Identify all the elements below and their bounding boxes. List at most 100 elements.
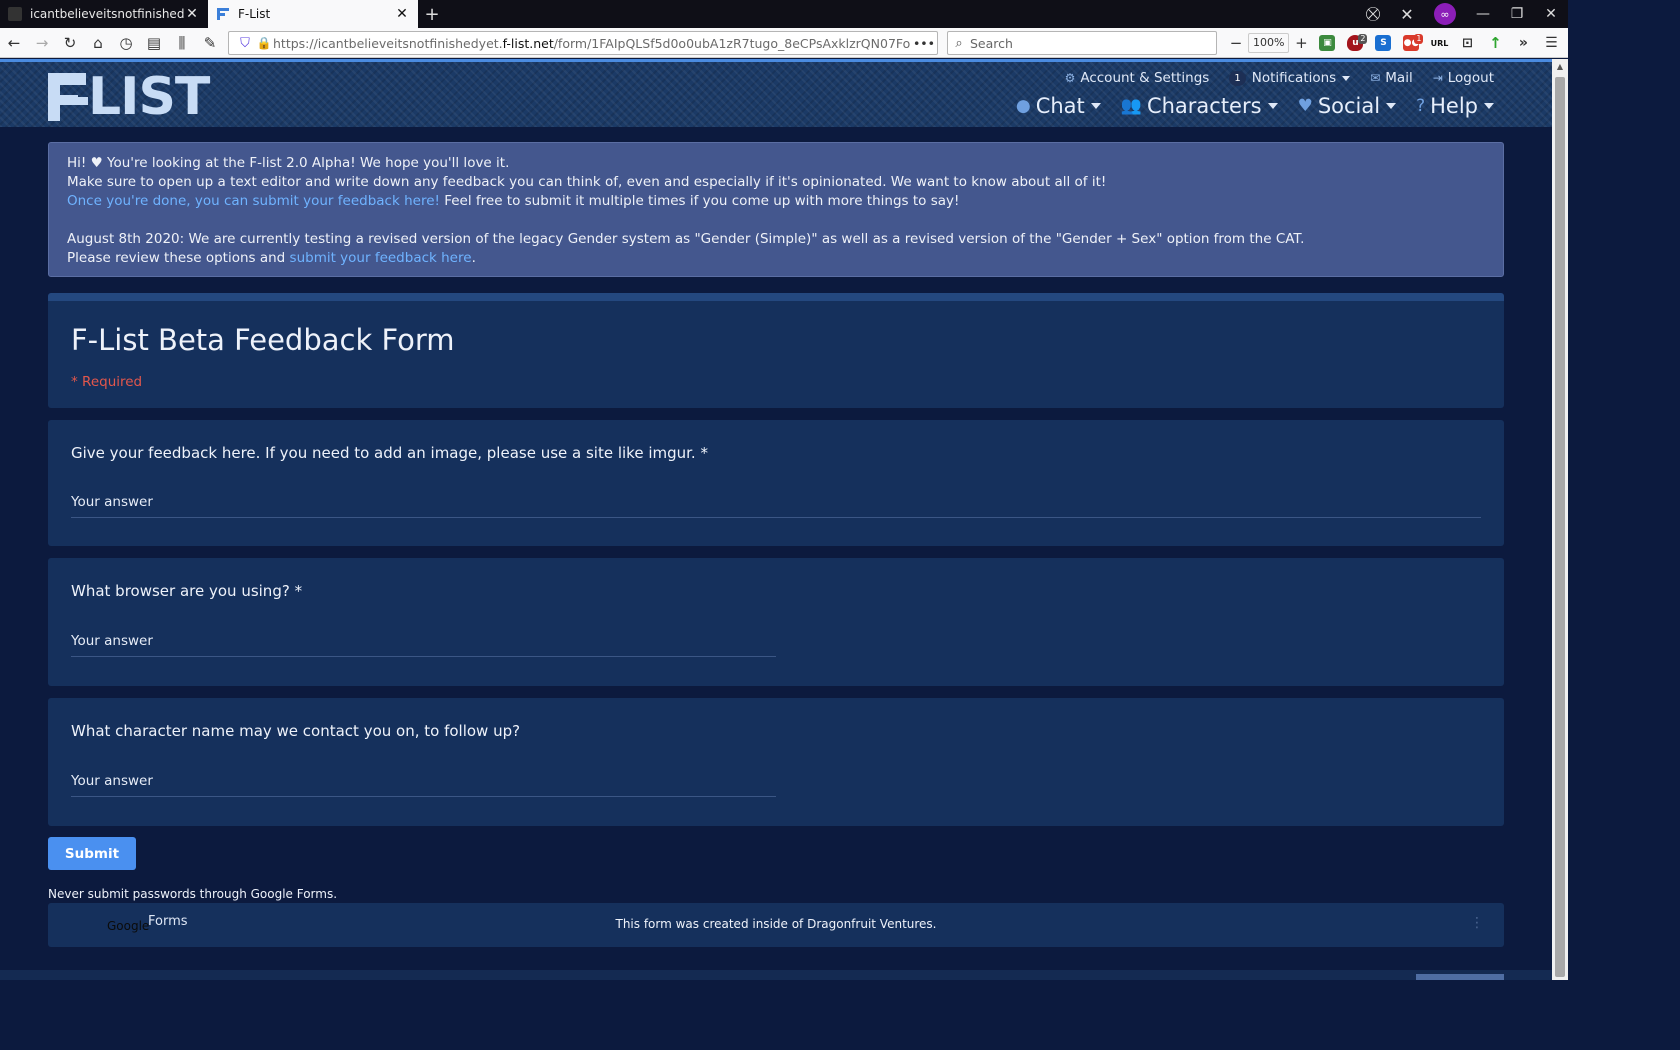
question-label: What browser are you using? * [71,582,303,600]
close-x-icon[interactable]: ✕ [1390,5,1424,24]
browser-tab-active[interactable]: F-List ✕ [208,0,418,28]
hamburger-menu-icon[interactable]: ☰ [1537,35,1565,51]
form-title: F-List Beta Feedback Form [71,323,455,357]
back-arrow-icon[interactable]: ← [0,34,28,52]
submit-button[interactable]: Submit [48,837,136,870]
caret-down-icon [1484,103,1494,109]
caret-down-icon [1267,103,1278,109]
password-warning: Never submit passwords through Google Fo… [48,887,338,901]
tab-title: icantbelieveitsnotfinishedyet.f- [30,7,184,21]
tab-title: F-List [238,7,271,21]
alert-line: August 8th 2020: We are currently testin… [67,231,1305,247]
history-icon[interactable]: ◷ [112,34,140,52]
page-actions-icon[interactable]: ••• [911,36,937,51]
alpha-notice: Hi! ♥ You're looking at the F-list 2.0 A… [48,142,1504,277]
alert-line: Make sure to open up a text editor and w… [67,174,1107,190]
heart-icon: ♥ [1297,96,1313,116]
tab-close-icon[interactable]: ✕ [184,6,200,22]
submit-feedback-link-2[interactable]: submit your feedback here [290,250,472,266]
required-note: * Required [71,374,143,390]
user-links: ⚙ Account & Settings 1 Notifications ✉ Mail… [1045,70,1494,86]
question-label: What character name may we contact you o… [71,722,521,740]
notifications-link[interactable]: 1 Notifications [1229,70,1351,86]
nav-characters[interactable]: 👥 Characters [1121,94,1278,118]
search-icon: ⌕ [955,35,963,51]
nav-social[interactable]: ♥ Social [1298,94,1397,118]
notification-count-badge: 1 [1229,70,1246,86]
window-close-button[interactable]: ✕ [1534,6,1568,22]
library-icon[interactable]: ⫼ [168,34,196,52]
alert-line: Feel free to submit it multiple times if… [439,193,960,209]
private-browsing-icon: ∞ [1434,3,1456,25]
green-arrow-icon[interactable]: ↑ [1481,34,1509,52]
gear-icon: ⚙ [1064,71,1076,85]
search-placeholder: Search [970,35,1013,51]
url-bar[interactable]: ⛉ 🔒 https://icantbelieveitsnotfinishedye… [228,31,938,55]
flist-favicon-icon [216,7,230,21]
extension-screenshot-icon[interactable]: ▣ [1313,35,1341,51]
mail-link[interactable]: ✉ Mail [1370,70,1412,86]
question-card: What browser are you using? * Your answe… [48,558,1504,686]
caret-down-icon [1386,103,1397,109]
caret-down-icon [1342,75,1351,81]
url-text[interactable]: https://icantbelieveitsnotfinishedyet.f-… [273,36,911,51]
zoom-level[interactable]: 100% [1248,33,1290,53]
users-icon: 👥 [1120,96,1142,116]
logo-f-mark [48,73,88,121]
envelope-icon: ✉ [1370,71,1381,85]
restore-button[interactable]: ❐ [1500,6,1534,22]
zoom-out-icon[interactable]: − [1224,34,1248,52]
logout-icon: ⇥ [1432,71,1443,85]
footer-bar [1416,974,1504,980]
tracking-shield-icon[interactable]: ⛉ [235,36,255,51]
form-header-card: F-List Beta Feedback Form * Required [48,293,1504,408]
zoom-in-icon[interactable]: + [1289,34,1313,52]
scrollbar-thumb[interactable] [1555,77,1565,977]
nav-chat[interactable]: ● Chat [1016,94,1101,118]
search-input[interactable]: ⌕ Search [947,31,1217,55]
created-note: This form was created inside of Dragonfr… [615,917,937,931]
form-footer: Google Forms This form was created insid… [48,903,1504,947]
logo-text: LIST [88,67,210,127]
sync-icon[interactable]: ⛒ [1356,6,1390,22]
reload-icon[interactable]: ↻ [56,34,84,52]
browser-answer-input[interactable]: Your answer [71,633,776,657]
question-label: Give your feedback here. If you need to … [71,444,708,462]
new-tab-button[interactable]: + [418,0,446,28]
browser-tab-bar: icantbelieveitsnotfinishedyet.f- ✕ F-Lis… [0,0,1568,28]
extension-s-icon[interactable]: S [1369,35,1397,51]
more-options-icon[interactable]: ⋮ [1470,915,1484,931]
account-settings-link[interactable]: ⚙ Account & Settings [1065,70,1210,86]
minimize-button[interactable]: — [1466,6,1500,22]
browser-nav-bar: ← → ↻ ⌂ ◷ ▤ ⫼ ✎ ⛉ 🔒 https://icantbelieve… [0,28,1568,58]
chat-bubble-icon: ● [1015,96,1031,116]
alert-line: Hi! ♥ You're looking at the F-list 2.0 A… [67,155,510,171]
question-card: Give your feedback here. If you need to … [48,420,1504,546]
feedback-answer-input[interactable]: Your answer [71,494,1481,518]
browser-tab[interactable]: icantbelieveitsnotfinishedyet.f- ✕ [0,0,208,28]
overflow-chevron-icon[interactable]: » [1509,35,1537,51]
nav-help[interactable]: ? Help [1416,94,1494,118]
home-icon[interactable]: ⌂ [84,34,112,52]
character-name-answer-input[interactable]: Your answer [71,773,776,797]
submit-feedback-link[interactable]: Once you're done, you can submit your fe… [67,193,440,209]
tab-close-icon[interactable]: ✕ [394,6,410,22]
extension-dots-icon[interactable]: ●● 1 [1397,34,1425,51]
question-card: What character name may we contact you o… [48,698,1504,826]
zoom-page-icon[interactable]: ⊡ [1453,35,1481,51]
flist-logo[interactable]: LIST [48,67,210,127]
caret-down-icon [1090,103,1101,109]
page-scrollbar[interactable]: ▲ [1552,59,1568,980]
main-nav: ● Chat 👥 Characters ♥ Social ? Help [996,94,1494,118]
question-circle-icon: ? [1416,96,1426,116]
page-bottom-strip [0,970,1552,980]
url-extension-icon[interactable]: URL [1425,35,1453,51]
logout-link[interactable]: ⇥ Logout [1433,70,1494,86]
extension-icon[interactable]: ✎ [196,34,224,52]
scroll-up-arrow-icon[interactable]: ▲ [1552,59,1568,75]
lock-icon[interactable]: 🔒 [255,36,273,50]
reader-view-icon[interactable]: ▤ [140,34,168,52]
forward-arrow-icon[interactable]: → [28,34,56,52]
ublock-icon[interactable]: u2 [1341,34,1369,51]
site-header: LIST ⚙ Account & Settings 1 Notifications … [0,59,1552,127]
